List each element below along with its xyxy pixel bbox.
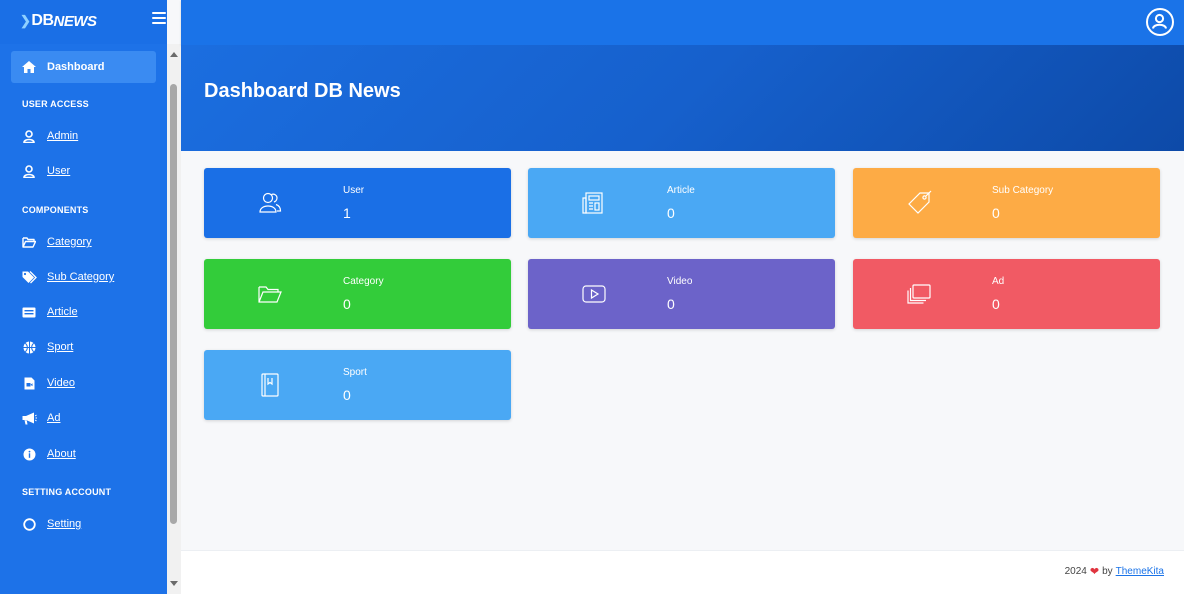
card-value: 0 (667, 296, 675, 312)
footer-year: 2024 (1064, 566, 1087, 577)
card-value: 0 (343, 296, 351, 312)
stat-card-article[interactable]: Article 0 (528, 168, 835, 238)
stat-card-category[interactable]: Category 0 (204, 259, 511, 329)
layers-icon (905, 280, 933, 308)
sidebar-item-admin[interactable]: Admin (11, 120, 156, 152)
folder-open-icon (11, 236, 47, 248)
section-components: COMPONENTS (22, 205, 89, 215)
sidebar-item-label: User (47, 165, 71, 177)
home-icon (11, 61, 47, 73)
card-value: 0 (992, 205, 1000, 221)
card-value: 0 (343, 387, 351, 403)
card-value: 0 (667, 205, 675, 221)
page-title: Dashboard DB News (204, 80, 401, 102)
footer: 2024 ❤ by ThemeKita (181, 550, 1184, 594)
card-label: Video (667, 276, 693, 287)
sidebar-item-label: Ad (47, 412, 61, 424)
sidebar-item-article[interactable]: Article (11, 296, 156, 328)
basketball-icon (11, 341, 47, 354)
sidebar-item-video[interactable]: Video (11, 367, 156, 399)
folder-icon (256, 280, 284, 308)
play-icon (580, 280, 608, 308)
sidebar-item-sport[interactable]: Sport (11, 331, 156, 363)
sidebar-item-label: Video (47, 377, 75, 389)
sidebar-item-label: Category (47, 236, 92, 248)
menu-toggle-icon[interactable] (152, 12, 166, 25)
sidebar: ❯ DB NEWS Dashboard USER ACCESS Admin Us… (0, 0, 167, 594)
section-setting-account: SETTING ACCOUNT (22, 487, 112, 497)
newspaper-icon (11, 307, 47, 318)
file-video-icon (11, 377, 47, 390)
logo-db: DB (31, 12, 54, 29)
sidebar-item-label: Sport (47, 341, 74, 353)
card-label: Article (667, 185, 695, 196)
brand-logo[interactable]: ❯ DB NEWS (20, 12, 97, 30)
topbar (181, 0, 1184, 45)
megaphone-icon (11, 412, 47, 425)
sidebar-item-about[interactable]: About (11, 438, 156, 470)
card-value: 1 (343, 205, 351, 221)
card-label: Category (343, 276, 384, 287)
scrollbar-thumb[interactable] (170, 84, 177, 524)
stat-card-user[interactable]: User 1 (204, 168, 511, 238)
stat-card-sport[interactable]: Sport 0 (204, 350, 511, 420)
heart-icon: ❤ (1089, 566, 1100, 578)
scroll-down-icon[interactable] (170, 581, 178, 586)
sidebar-item-user[interactable]: User (11, 155, 156, 187)
info-icon (11, 448, 47, 461)
stat-card-ad[interactable]: Ad 0 (853, 259, 1160, 329)
stat-card-sub-category[interactable]: Sub Category 0 (853, 168, 1160, 238)
sidebar-item-label: Setting (47, 518, 82, 530)
sidebar-item-dashboard[interactable]: Dashboard (11, 51, 156, 83)
sidebar-item-label: Article (47, 306, 78, 318)
newspaper-icon (580, 189, 608, 217)
sidebar-item-sub-category[interactable]: Sub Category (11, 261, 156, 293)
logo-news: NEWS (53, 12, 98, 30)
circle-icon (11, 517, 47, 531)
scroll-up-icon[interactable] (170, 52, 178, 57)
sidebar-item-label: About (47, 448, 76, 460)
users-icon (256, 189, 284, 217)
card-label: User (343, 185, 365, 196)
footer-link[interactable]: ThemeKita (1116, 566, 1164, 577)
card-value: 0 (992, 296, 1000, 312)
logo-bar: ❯ DB NEWS (0, 0, 167, 44)
sidebar-item-ad[interactable]: Ad (11, 402, 156, 434)
sidebar-scrollbar[interactable] (167, 44, 181, 594)
card-label: Sub Category (992, 185, 1054, 196)
logo-chevron-icon: ❯ (20, 13, 31, 28)
page-header-banner: Dashboard DB News (181, 45, 1184, 151)
footer-by: by (1102, 566, 1113, 577)
section-user-access: USER ACCESS (22, 99, 89, 109)
user-icon (11, 129, 47, 143)
footer-credit: 2024 ❤ by ThemeKita (1065, 565, 1164, 578)
stat-card-video[interactable]: Video 0 (528, 259, 835, 329)
card-label: Sport (343, 367, 367, 378)
sidebar-item-setting[interactable]: Setting (11, 508, 156, 540)
tags-icon (11, 270, 47, 284)
sidebar-item-category[interactable]: Category (11, 226, 156, 258)
sidebar-item-label: Dashboard (47, 61, 105, 73)
card-label: Ad (992, 276, 1005, 287)
user-avatar-icon[interactable] (1146, 8, 1174, 36)
tag-icon (905, 189, 933, 217)
book-icon (256, 371, 284, 399)
sidebar-item-label: Sub Category (47, 271, 115, 283)
user-icon (11, 164, 47, 178)
sidebar-item-label: Admin (47, 130, 79, 142)
